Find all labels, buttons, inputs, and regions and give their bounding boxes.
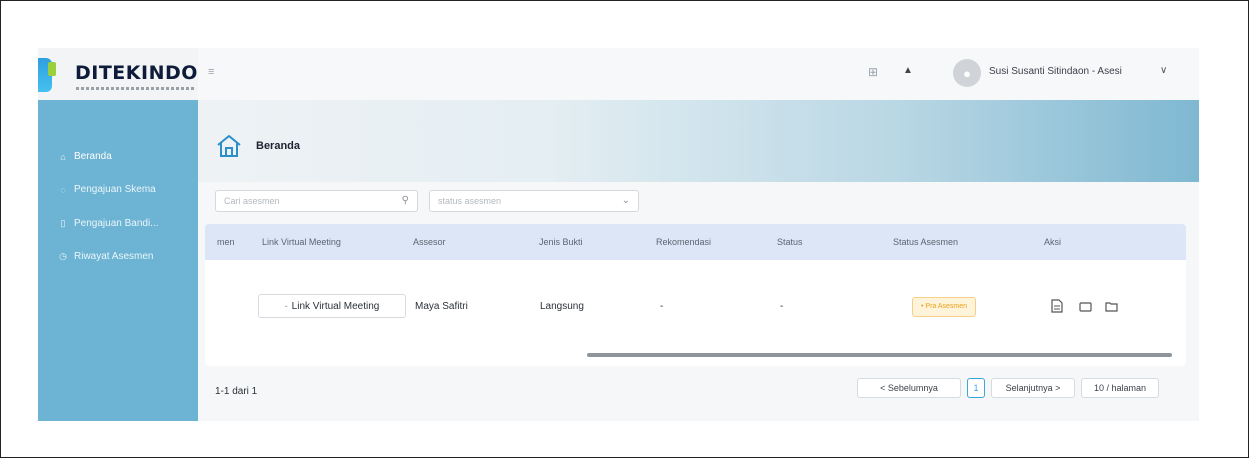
- status-badge: • Pra Asesmen: [912, 297, 977, 317]
- user-icon: ●: [963, 65, 971, 81]
- document-icon: ▯: [60, 218, 66, 228]
- topbar: ≡ ⊞ ▲ ● Susi Susanti Sitindaon - Asesi ∨: [198, 48, 1199, 100]
- table-cell-jenis-bukti: Langsung: [540, 301, 584, 312]
- table-cell-status: -: [780, 301, 784, 312]
- column-header: Jenis Bukti: [539, 237, 583, 247]
- screenshot-frame: DITEKINDO ⌂ Beranda ◌ Pengajuan Skema ▯ …: [0, 0, 1249, 458]
- page-header-banner: Beranda: [198, 100, 1199, 182]
- previous-page-button[interactable]: < Sebelumnya: [857, 378, 961, 398]
- history-icon: ◷: [59, 251, 67, 261]
- search-input[interactable]: Cari asesmen ⚲: [215, 190, 418, 212]
- result-count: 1-1 dari 1: [215, 386, 258, 397]
- sidebar-item-pengajuan-skema[interactable]: ◌ Pengajuan Skema: [58, 184, 156, 195]
- apps-grid-icon[interactable]: ⊞: [868, 65, 878, 79]
- chevron-down-icon: ⌄: [621, 195, 630, 206]
- link-icon: -: [284, 301, 288, 311]
- sidebar-item-label: Pengajuan Bandi...: [74, 218, 159, 229]
- next-page-button[interactable]: Selanjutnya >: [991, 378, 1075, 398]
- home-icon: ⌂: [60, 151, 66, 162]
- clipboard-icon: ◌: [60, 184, 66, 195]
- logo-mark-accent: [48, 62, 56, 76]
- page-size-select[interactable]: 10 / halaman: [1081, 378, 1159, 398]
- column-header: Rekomendasi: [656, 237, 712, 247]
- sidebar-item-pengajuan-banding[interactable]: ▯ Pengajuan Bandi...: [58, 218, 159, 229]
- sidebar-item-label: Pengajuan Skema: [74, 184, 156, 195]
- menu-toggle-icon[interactable]: ≡: [208, 66, 214, 78]
- table-header: men Link Virtual Meeting Assesor Jenis B…: [205, 224, 1186, 260]
- logo-text: DITEKINDO: [75, 62, 198, 84]
- chevron-down-icon[interactable]: ∨: [1160, 65, 1167, 76]
- sidebar-item-label: Riwayat Asesmen: [74, 251, 154, 262]
- sidebar-item-riwayat-asesmen[interactable]: ◷ Riwayat Asesmen: [58, 251, 153, 262]
- app-window: DITEKINDO ⌂ Beranda ◌ Pengajuan Skema ▯ …: [38, 48, 1199, 421]
- link-virtual-meeting-button[interactable]: - Link Virtual Meeting: [258, 294, 406, 318]
- bell-icon[interactable]: ▲: [903, 65, 913, 76]
- folder-icon[interactable]: [1076, 297, 1094, 315]
- page-title: Beranda: [256, 140, 301, 152]
- column-header: men: [217, 237, 235, 247]
- logo-tagline: [76, 87, 194, 90]
- user-name[interactable]: Susi Susanti Sitindaon - Asesi: [989, 66, 1122, 77]
- home-icon: [217, 135, 241, 157]
- avatar[interactable]: ●: [953, 59, 981, 87]
- link-label: Link Virtual Meeting: [291, 300, 380, 312]
- document-icon[interactable]: [1048, 297, 1066, 315]
- logo: DITEKINDO: [38, 48, 198, 100]
- table-cell-rekomendasi: -: [660, 301, 664, 312]
- search-placeholder: Cari asesmen: [224, 196, 280, 206]
- sidebar-item-beranda[interactable]: ⌂ Beranda: [58, 151, 112, 162]
- column-header: Status: [777, 237, 803, 247]
- status-select[interactable]: status asesmen ⌄: [429, 190, 639, 212]
- page-number-button[interactable]: 1: [967, 378, 985, 398]
- status-placeholder: status asesmen: [438, 196, 502, 206]
- column-header: Status Asesmen: [893, 237, 959, 247]
- column-header: Aksi: [1044, 237, 1062, 247]
- sidebar-item-label: Beranda: [74, 151, 112, 162]
- folder-open-icon[interactable]: [1102, 297, 1120, 315]
- column-header: Link Virtual Meeting: [262, 237, 341, 247]
- assessment-table: men Link Virtual Meeting Assesor Jenis B…: [205, 224, 1186, 366]
- search-icon: ⚲: [401, 195, 409, 206]
- table-cell-assesor: Maya Safitri: [415, 301, 468, 312]
- column-header: Assesor: [413, 237, 446, 247]
- scrollbar-thumb[interactable]: [587, 353, 1172, 357]
- sidebar: DITEKINDO ⌂ Beranda ◌ Pengajuan Skema ▯ …: [38, 48, 198, 421]
